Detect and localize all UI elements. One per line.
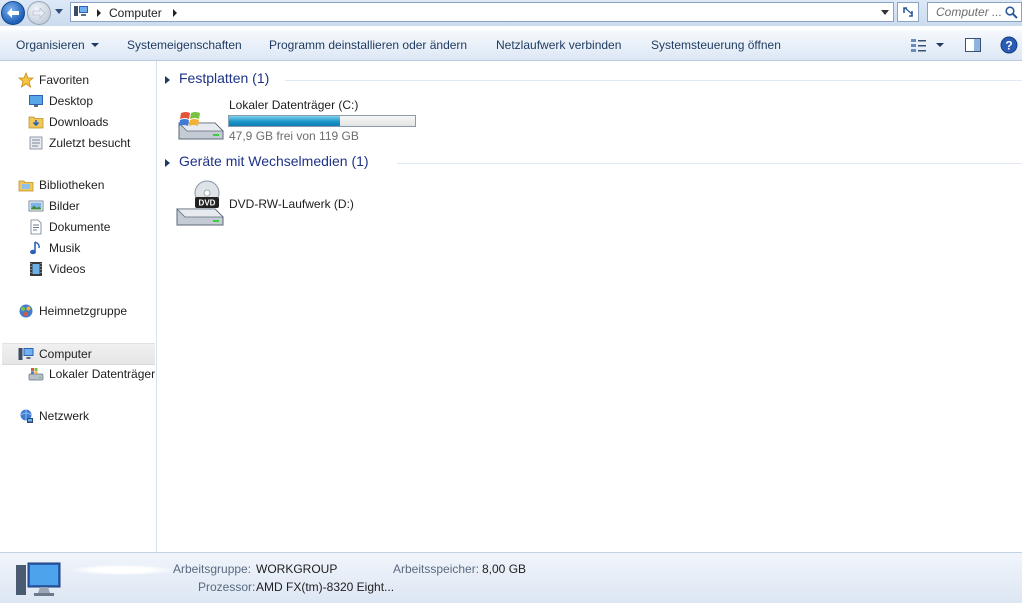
help-icon[interactable]: ? bbox=[1000, 36, 1018, 54]
network-icon bbox=[20, 409, 33, 423]
drive-d-tile[interactable]: DVD DVD-RW-Laufwerk (D:) bbox=[175, 179, 420, 231]
memory-value: 8,00 GB bbox=[482, 562, 527, 576]
forward-button[interactable] bbox=[27, 1, 51, 25]
pictures-icon bbox=[28, 200, 44, 212]
desktop-icon bbox=[29, 95, 43, 107]
nav-item-documents-label: Dokumente bbox=[49, 220, 111, 234]
breadcrumb-arrow-icon[interactable] bbox=[97, 9, 101, 17]
drive-c-usage-fill bbox=[229, 116, 341, 126]
drive-d-name: DVD-RW-Laufwerk (D:) bbox=[229, 197, 354, 211]
nav-favorites[interactable]: Favoriten bbox=[0, 70, 155, 90]
organize-menu-button[interactable]: Organisieren bbox=[16, 38, 99, 52]
drive-c-name: Lokaler Datenträger (C:) bbox=[229, 98, 359, 112]
details-pane: Arbeitsgruppe: WORKGROUP Arbeitsspeicher… bbox=[0, 552, 1022, 603]
libraries-icon bbox=[18, 180, 34, 192]
svg-text:?: ? bbox=[1005, 39, 1012, 53]
search-field[interactable] bbox=[927, 2, 1022, 22]
preview-pane-icon[interactable] bbox=[964, 36, 982, 54]
nav-item-videos[interactable]: Videos bbox=[0, 259, 155, 279]
homegroup-icon bbox=[19, 304, 33, 318]
nav-libraries-label: Bibliotheken bbox=[39, 178, 105, 192]
back-button[interactable] bbox=[1, 1, 25, 25]
refresh-button[interactable] bbox=[897, 2, 919, 22]
processor-label: Prozessor: bbox=[198, 580, 256, 594]
computer-icon bbox=[16, 562, 61, 596]
open-control-panel-button[interactable]: Systemsteuerung öffnen bbox=[651, 38, 781, 52]
nav-item-recent-label: Zuletzt besucht bbox=[49, 136, 131, 150]
star-icon bbox=[18, 72, 34, 88]
address-field[interactable]: Computer bbox=[70, 2, 894, 22]
videos-icon bbox=[30, 262, 42, 276]
nav-homegroup[interactable]: Heimnetzgruppe bbox=[0, 301, 155, 321]
drive-c-usage-bar bbox=[228, 115, 416, 127]
workgroup-label: Arbeitsgruppe: bbox=[173, 562, 252, 576]
command-bar: Organisieren Systemeigenschaften Program… bbox=[0, 30, 1022, 61]
search-icon[interactable] bbox=[1005, 6, 1018, 19]
breadcrumb-arrow-icon[interactable] bbox=[173, 9, 177, 17]
nav-item-pictures[interactable]: Bilder bbox=[0, 196, 155, 216]
arrow-right-icon bbox=[32, 7, 46, 19]
nav-item-pictures-label: Bilder bbox=[49, 199, 80, 213]
refresh-icon bbox=[903, 7, 913, 17]
workgroup-value: WORKGROUP bbox=[256, 562, 338, 576]
search-input[interactable] bbox=[928, 3, 1010, 21]
processor-value: AMD FX(tm)-8320 Eight... bbox=[256, 580, 395, 594]
breadcrumb-computer[interactable]: Computer bbox=[109, 6, 162, 20]
chevron-down-icon bbox=[90, 43, 99, 47]
map-network-drive-button[interactable]: Netzlaufwerk verbinden bbox=[496, 38, 621, 52]
dvd-badge-text: DVD bbox=[199, 199, 216, 208]
nav-item-desktop[interactable]: Desktop bbox=[0, 91, 155, 111]
music-note-icon bbox=[30, 241, 40, 255]
content-area: Festplatten (1) Lokaler Datenträger (C:)… bbox=[157, 61, 1022, 552]
group-divider bbox=[285, 80, 1022, 81]
address-history-dropdown-icon[interactable] bbox=[881, 10, 889, 15]
group-hard-disks-title: Festplatten (1) bbox=[179, 70, 270, 86]
recent-places-icon bbox=[29, 136, 43, 150]
nav-item-downloads-label: Downloads bbox=[49, 115, 109, 129]
group-divider bbox=[397, 163, 1022, 164]
dvd-drive-icon: DVD bbox=[176, 180, 224, 226]
navigation-pane: Favoriten Desktop Downloads Zuletzt besu… bbox=[0, 61, 157, 552]
collapse-caret-icon[interactable] bbox=[165, 159, 170, 167]
group-hard-disks[interactable]: Festplatten (1) bbox=[165, 70, 1022, 90]
nav-item-music[interactable]: Musik bbox=[0, 238, 155, 258]
memory-label: Arbeitsspeicher: bbox=[393, 562, 480, 576]
nav-item-local-disk-label: Lokaler Datenträger bbox=[49, 367, 156, 381]
drive-c-tile[interactable]: Lokaler Datenträger (C:) 47,9 GB frei vo… bbox=[175, 97, 420, 145]
downloads-folder-icon bbox=[28, 116, 44, 129]
computer-name-redacted bbox=[72, 565, 172, 575]
nav-computer[interactable]: Computer bbox=[2, 343, 155, 365]
nav-computer-label: Computer bbox=[39, 347, 92, 361]
nav-libraries[interactable]: Bibliotheken bbox=[0, 175, 155, 195]
system-properties-button[interactable]: Systemeigenschaften bbox=[127, 38, 242, 52]
group-removable-title: Geräte mit Wechselmedien (1) bbox=[179, 153, 369, 169]
uninstall-program-button[interactable]: Programm deinstallieren oder ändern bbox=[269, 38, 467, 52]
recent-pages-dropdown[interactable] bbox=[55, 9, 63, 14]
view-options-icon[interactable] bbox=[910, 36, 928, 54]
nav-network[interactable]: Netzwerk bbox=[0, 406, 155, 426]
arrow-left-icon bbox=[7, 8, 19, 18]
nav-item-documents[interactable]: Dokumente bbox=[0, 217, 155, 237]
collapse-caret-icon[interactable] bbox=[165, 76, 170, 84]
drive-c-free-space: 47,9 GB frei von 119 GB bbox=[229, 129, 359, 143]
nav-item-desktop-label: Desktop bbox=[49, 94, 94, 108]
nav-item-videos-label: Videos bbox=[49, 262, 86, 276]
computer-icon bbox=[74, 6, 88, 16]
computer-icon bbox=[18, 348, 34, 360]
nav-network-label: Netzwerk bbox=[39, 409, 90, 423]
nav-favorites-label: Favoriten bbox=[39, 73, 90, 87]
nav-homegroup-label: Heimnetzgruppe bbox=[39, 304, 128, 318]
address-bar-row: Computer bbox=[0, 0, 1022, 26]
group-removable[interactable]: Geräte mit Wechselmedien (1) bbox=[165, 153, 1022, 173]
nav-item-recent[interactable]: Zuletzt besucht bbox=[0, 133, 155, 153]
nav-item-music-label: Musik bbox=[49, 241, 81, 255]
organize-label: Organisieren bbox=[16, 38, 85, 52]
windows-hard-drive-icon bbox=[178, 112, 224, 140]
nav-item-local-disk[interactable]: Lokaler Datenträger bbox=[0, 364, 155, 384]
nav-item-downloads[interactable]: Downloads bbox=[0, 112, 155, 132]
hard-drive-icon bbox=[28, 368, 44, 381]
documents-icon bbox=[30, 219, 42, 235]
view-options-dropdown-icon[interactable] bbox=[936, 43, 944, 47]
